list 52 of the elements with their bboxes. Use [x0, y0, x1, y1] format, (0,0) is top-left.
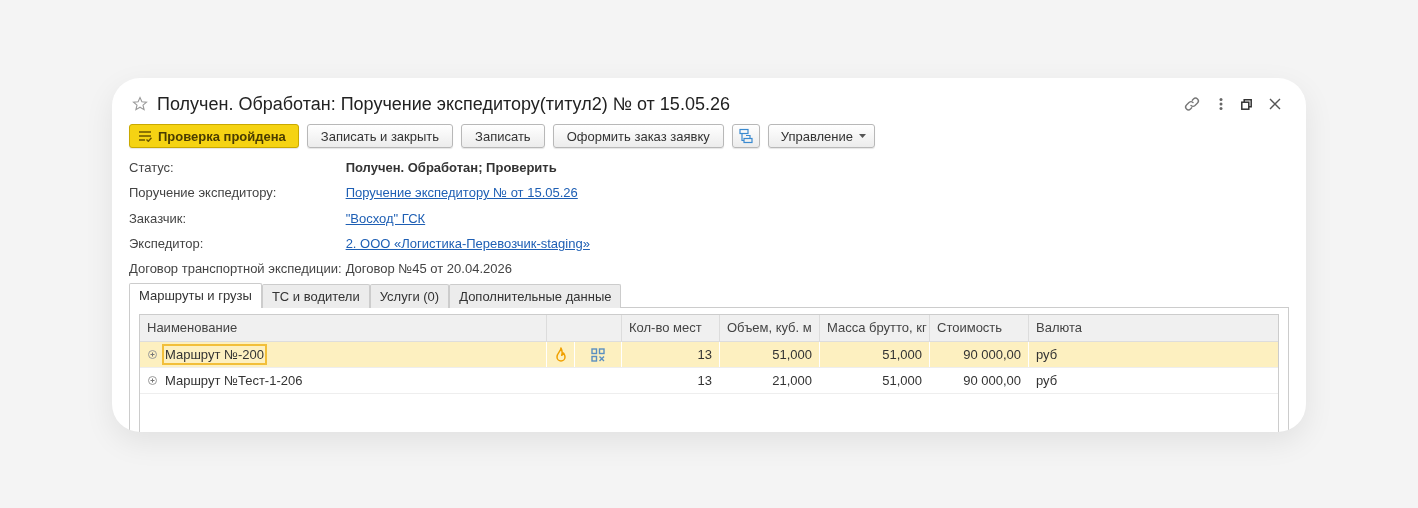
column-header: Стоимость: [929, 315, 1028, 342]
column-header: Наименование: [146, 319, 239, 338]
table-cell-text: 21,000: [771, 372, 813, 391]
table-cell-text: 90 000,00: [962, 372, 1022, 391]
column-header: Масса брутто, кг: [819, 315, 929, 342]
route-name: Маршрут №-200: [162, 344, 267, 366]
field-link[interactable]: Поручение экспедитору № от 15.05.26: [345, 185, 578, 201]
list-check-icon: [138, 130, 152, 142]
tab[interactable]: Дополнительные данные: [449, 284, 622, 309]
field-label: Статус:: [129, 159, 175, 177]
toolbar-button[interactable]: Записать: [461, 124, 545, 148]
menu-icon[interactable]: [1218, 97, 1224, 111]
route-name: Маршрут №Тест-1-206: [164, 372, 304, 391]
expand-icon[interactable]: [148, 376, 157, 386]
table-cell: 51,000: [719, 342, 819, 368]
table-cell: руб: [1028, 342, 1278, 368]
caret-icon: [859, 134, 867, 138]
field-value: Получен. Обработан; Проверить: [345, 159, 558, 177]
tab[interactable]: Маршруты и грузы: [129, 283, 262, 309]
table-cell-text: 13: [696, 372, 713, 391]
check-button[interactable]: Проверка пройдена: [129, 124, 299, 148]
table-cell: 90 000,00: [929, 342, 1028, 368]
table-cell-text: 51,000: [881, 372, 923, 391]
tab[interactable]: Услуги (0): [369, 284, 450, 309]
qr-code-icon[interactable]: [591, 348, 605, 362]
toolbar-button[interactable]: Записать и закрыть: [306, 124, 454, 148]
structure-button[interactable]: [731, 124, 760, 148]
table-row[interactable]: Маршрут №-200 13 51,000 51,000 90 000,00 руб: [140, 342, 1278, 369]
field-label: Договор транспортной экспедиции:: [129, 260, 342, 279]
field-link[interactable]: "Восход" ГСК: [345, 210, 426, 226]
link-icon[interactable]: [1183, 95, 1201, 113]
table-cell-text: руб: [1035, 372, 1059, 391]
field-value: Договор №45 от 20.04.2026: [345, 260, 513, 279]
star-icon[interactable]: [132, 96, 148, 112]
table-cell: 51,000: [819, 342, 929, 368]
menu-button[interactable]: Управление: [767, 124, 876, 148]
field-label: Поручение экспедитору:: [129, 184, 278, 203]
field-label: Экспедитор:: [129, 234, 205, 253]
field-label: Заказчик:: [129, 209, 187, 228]
field-link[interactable]: 2. ООО «Логистика-Перевозчик-staging»: [345, 235, 590, 251]
tab[interactable]: ТС и водители: [261, 284, 370, 309]
structure-icon: [737, 128, 754, 144]
column-header: Кол-во мест: [621, 315, 719, 342]
window-title: Получен. Обработан: Поручение экспедитору(титул2) № от 15.05.26: [157, 93, 730, 115]
table-row[interactable]: Маршрут №Тест-1-206 13 21,000 51,000 90 000,00 руб: [140, 368, 1278, 395]
column-header: Объем, куб. м: [719, 315, 819, 342]
close-icon[interactable]: [1269, 98, 1281, 110]
restore-icon[interactable]: [1241, 98, 1252, 110]
expand-icon[interactable]: [148, 350, 157, 360]
column-header: Валюта: [1028, 315, 1278, 342]
toolbar-button[interactable]: Оформить заказ заявку: [552, 124, 724, 148]
table-cell: 13: [621, 342, 719, 368]
